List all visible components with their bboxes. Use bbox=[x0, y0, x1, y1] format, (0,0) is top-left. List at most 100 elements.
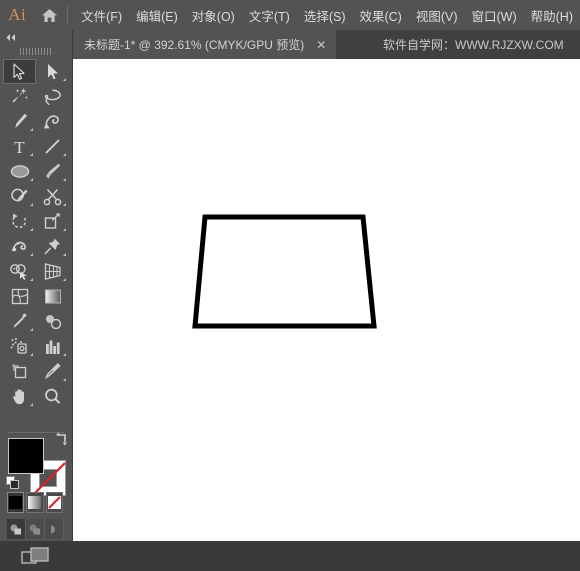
trapezoid-path[interactable] bbox=[195, 217, 374, 326]
curvature-tool[interactable] bbox=[36, 109, 69, 134]
pushpin-icon bbox=[43, 237, 62, 256]
blend-icon bbox=[43, 313, 63, 331]
panel-drag-handle[interactable] bbox=[0, 44, 72, 58]
rotate-tool[interactable] bbox=[3, 209, 36, 234]
tool-row bbox=[3, 84, 69, 109]
screen-mode-button[interactable] bbox=[0, 543, 72, 571]
tool-flyout-indicator bbox=[30, 403, 33, 406]
tool-row bbox=[3, 59, 69, 84]
rotate-icon bbox=[10, 212, 29, 231]
tool-flyout-indicator bbox=[30, 328, 33, 331]
artboard-icon bbox=[10, 362, 30, 381]
column-graph-tool[interactable] bbox=[36, 334, 69, 359]
tool-flyout-indicator bbox=[63, 178, 66, 181]
tool-flyout-indicator bbox=[63, 253, 66, 256]
scissors-tool[interactable] bbox=[36, 184, 69, 209]
draw-behind-mode[interactable] bbox=[26, 519, 45, 539]
document-tab-bar: 未标题-1* @ 392.61% (CMYK/GPU 预览) ✕ 软件自学网：W… bbox=[0, 30, 580, 59]
lasso-tool[interactable] bbox=[36, 84, 69, 109]
tool-flyout-indicator bbox=[30, 178, 33, 181]
menu-help[interactable]: 帮助(H) bbox=[524, 3, 580, 28]
free-transform-tool[interactable] bbox=[36, 234, 69, 259]
canvas[interactable] bbox=[73, 59, 580, 541]
slice-knife-icon bbox=[43, 362, 62, 381]
line-segment-tool[interactable] bbox=[36, 134, 69, 159]
direct-selection-tool[interactable] bbox=[36, 59, 69, 84]
symbol-sprayer-tool[interactable] bbox=[3, 334, 36, 359]
menu-select[interactable]: 选择(S) bbox=[297, 3, 353, 28]
perspective-grid-tool[interactable] bbox=[36, 259, 69, 284]
ellipse-icon bbox=[9, 163, 31, 180]
draw-behind-icon bbox=[28, 523, 42, 536]
home-icon bbox=[41, 8, 58, 23]
eyedropper-tool[interactable] bbox=[3, 309, 36, 334]
shaper-tool[interactable] bbox=[3, 184, 36, 209]
slice-tool[interactable] bbox=[36, 359, 69, 384]
gradient-swatch-button[interactable] bbox=[26, 492, 43, 513]
menu-divider bbox=[67, 6, 68, 24]
none-swatch-button[interactable] bbox=[46, 492, 63, 513]
tool-flyout-indicator bbox=[30, 228, 33, 231]
fill-swatch[interactable] bbox=[8, 438, 44, 474]
tools-panel: T bbox=[0, 30, 73, 541]
menu-edit[interactable]: 编辑(E) bbox=[129, 3, 185, 28]
menu-file[interactable]: 文件(F) bbox=[74, 3, 129, 28]
menu-view[interactable]: 视图(V) bbox=[409, 3, 465, 28]
menu-bar: Ai 文件(F) 编辑(E) 对象(O) 文字(T) 选择(S) 效果(C) 视… bbox=[0, 0, 580, 30]
gradient-tool[interactable] bbox=[36, 284, 69, 309]
tool-flyout-indicator bbox=[63, 228, 66, 231]
default-fill-stroke-icon[interactable] bbox=[6, 476, 20, 490]
swatch-buttons bbox=[7, 492, 65, 515]
tool-flyout-indicator bbox=[63, 378, 66, 381]
tool-row bbox=[3, 359, 69, 384]
ai-logo: Ai bbox=[0, 5, 34, 25]
menu-type[interactable]: 文字(T) bbox=[242, 3, 297, 28]
type-t-icon: T bbox=[11, 138, 28, 156]
pen-tool[interactable] bbox=[3, 109, 36, 134]
eyedropper-icon bbox=[10, 312, 29, 331]
shape-builder-icon bbox=[9, 262, 30, 281]
none-slash-icon bbox=[48, 496, 61, 509]
curvature-icon bbox=[43, 112, 63, 131]
color-swatch-button[interactable] bbox=[7, 492, 24, 513]
shape-builder-tool[interactable] bbox=[3, 259, 36, 284]
document-tab[interactable]: 未标题-1* @ 392.61% (CMYK/GPU 预览) ✕ bbox=[72, 30, 336, 59]
draw-normal-icon bbox=[9, 523, 23, 536]
menu-effect[interactable]: 效果(C) bbox=[352, 3, 408, 28]
screen-mode-icon bbox=[21, 546, 51, 568]
symbol-sprayer-icon bbox=[10, 337, 30, 356]
gradient-icon bbox=[28, 496, 41, 509]
scale-tool[interactable] bbox=[36, 209, 69, 234]
width-tool[interactable] bbox=[3, 234, 36, 259]
artboard-tool[interactable] bbox=[3, 359, 36, 384]
ellipse-tool[interactable] bbox=[3, 159, 36, 184]
hand-tool[interactable] bbox=[3, 384, 36, 409]
magic-wand-tool[interactable] bbox=[3, 84, 36, 109]
fill-stroke-control bbox=[8, 438, 66, 496]
zoom-tool[interactable] bbox=[36, 384, 69, 409]
mesh-tool[interactable] bbox=[3, 284, 36, 309]
home-button[interactable] bbox=[34, 8, 65, 23]
menu-object[interactable]: 对象(O) bbox=[185, 3, 242, 28]
watermark-text: 软件自学网：WWW.RJZXW.COM bbox=[383, 30, 564, 59]
draw-mode-buttons bbox=[7, 519, 65, 540]
blend-tool[interactable] bbox=[36, 309, 69, 334]
swap-fill-stroke-icon[interactable] bbox=[54, 432, 68, 446]
arrow-solid-icon bbox=[45, 63, 60, 81]
bar-chart-icon bbox=[43, 338, 62, 356]
close-icon[interactable]: ✕ bbox=[304, 38, 336, 52]
lasso-icon bbox=[43, 88, 62, 106]
collapse-panel-button[interactable] bbox=[0, 30, 72, 44]
arrow-hollow-icon bbox=[12, 63, 27, 81]
paintbrush-tool[interactable] bbox=[36, 159, 69, 184]
tool-row bbox=[3, 234, 69, 259]
draw-inside-mode[interactable] bbox=[45, 519, 64, 539]
menu-window[interactable]: 窗口(W) bbox=[465, 3, 524, 28]
tool-flyout-indicator bbox=[63, 353, 66, 356]
solid-color-icon bbox=[9, 496, 22, 509]
type-tool[interactable]: T bbox=[3, 134, 36, 159]
selection-tool[interactable] bbox=[3, 59, 36, 84]
draw-inside-icon bbox=[47, 523, 61, 536]
tool-row bbox=[3, 184, 69, 209]
draw-normal-mode[interactable] bbox=[7, 519, 26, 539]
